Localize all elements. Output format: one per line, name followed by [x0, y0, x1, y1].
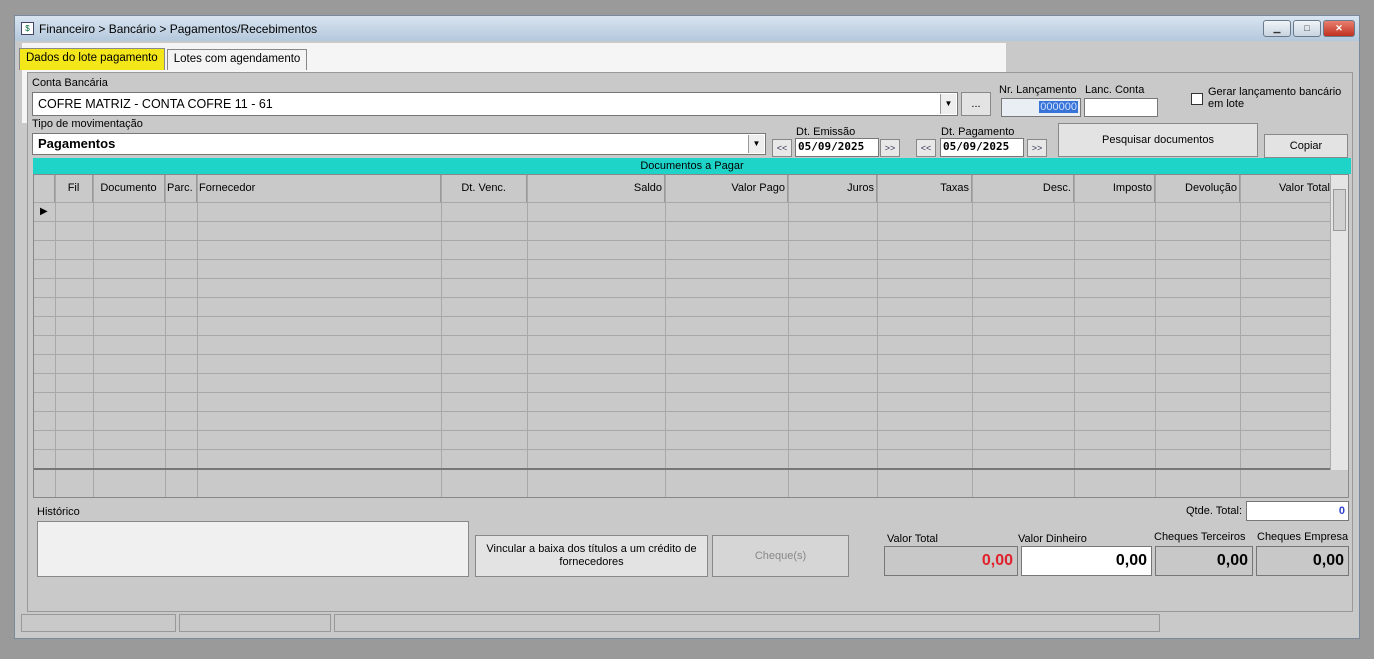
- lanc-conta-label: Lanc. Conta: [1085, 84, 1145, 96]
- emissao-label: Dt. Emissão: [796, 126, 856, 138]
- row-indicator-icon: ▶: [40, 206, 48, 217]
- cheques-empresa-label: Cheques Empresa: [1257, 531, 1349, 543]
- col-header-saldo[interactable]: Saldo: [527, 175, 665, 202]
- main-window: $ Financeiro > Bancário > Pagamentos/Rec…: [14, 15, 1360, 639]
- col-header-fil[interactable]: Fil: [55, 175, 93, 202]
- cheques-terceiros-field: 0,00: [1155, 546, 1253, 576]
- table-row[interactable]: [34, 297, 1332, 298]
- tipo-label: Tipo de movimentação: [32, 118, 143, 130]
- pagamento-prev-button[interactable]: <<: [916, 139, 936, 157]
- table-row[interactable]: [34, 430, 1332, 431]
- col-header-valor-total[interactable]: Valor Total: [1240, 175, 1332, 202]
- table-row[interactable]: [34, 392, 1332, 393]
- tipo-select[interactable]: Pagamentos ▼: [32, 133, 766, 155]
- table-row[interactable]: [34, 278, 1332, 279]
- gerar-lote-label-1: Gerar lançamento bancário: [1208, 86, 1342, 98]
- col-header-dt-venc[interactable]: Dt. Venc.: [441, 175, 527, 202]
- table-row[interactable]: [34, 202, 1332, 203]
- chevron-down-icon[interactable]: ▼: [748, 135, 764, 153]
- emissao-field[interactable]: 05/09/2025: [795, 138, 879, 157]
- nr-lancamento-field[interactable]: 000000: [1001, 98, 1081, 117]
- cheques-button: Cheque(s): [712, 535, 849, 577]
- lanc-conta-field[interactable]: [1084, 98, 1158, 117]
- conta-value: COFRE MATRIZ - CONTA COFRE 11 - 61: [38, 97, 273, 111]
- table-row[interactable]: [34, 316, 1332, 317]
- vincular-credito-button[interactable]: Vincular a baixa dos títulos a um crédit…: [475, 535, 708, 577]
- documentos-grid[interactable]: Fil Documento Parc. Fornecedor Dt. Venc.…: [33, 174, 1349, 498]
- status-bar: [21, 614, 1163, 632]
- grid-title: Documentos a Pagar: [33, 158, 1351, 174]
- tipo-value: Pagamentos: [38, 136, 116, 151]
- col-header-fornecedor[interactable]: Fornecedor: [197, 175, 441, 202]
- pesquisar-documentos-button[interactable]: Pesquisar documentos: [1058, 123, 1258, 157]
- valor-dinheiro-label: Valor Dinheiro: [1018, 533, 1087, 545]
- valor-total-label: Valor Total: [887, 533, 938, 545]
- table-row[interactable]: [34, 221, 1332, 222]
- grid-vertical-scrollbar[interactable]: [1330, 175, 1348, 470]
- app-icon: $: [21, 22, 34, 35]
- nr-lancamento-value: 000000: [1039, 101, 1078, 113]
- col-header-desc[interactable]: Desc.: [972, 175, 1074, 202]
- conta-lookup-button[interactable]: ...: [961, 92, 991, 116]
- pagamento-next-button[interactable]: >>: [1027, 139, 1047, 157]
- status-panel-3: [334, 614, 1160, 632]
- col-header-parc[interactable]: Parc.: [165, 175, 197, 202]
- gerar-lote-checkbox[interactable]: [1191, 93, 1203, 105]
- col-header-imposto[interactable]: Imposto: [1074, 175, 1155, 202]
- table-row[interactable]: [34, 354, 1332, 355]
- nr-lancamento-label: Nr. Lançamento: [999, 84, 1077, 96]
- pagamento-field[interactable]: 05/09/2025: [940, 138, 1024, 157]
- chevron-down-icon[interactable]: ▼: [940, 94, 956, 114]
- title-bar: $ Financeiro > Bancário > Pagamentos/Rec…: [15, 16, 1359, 41]
- cheques-empresa-field: 0,00: [1256, 546, 1349, 576]
- table-row[interactable]: [34, 259, 1332, 260]
- qtde-total-label: Qtde. Total:: [1186, 505, 1243, 517]
- minimize-button[interactable]: ▁: [1263, 20, 1291, 37]
- col-header-documento[interactable]: Documento: [93, 175, 165, 202]
- cheques-terceiros-label: Cheques Terceiros: [1154, 531, 1246, 543]
- col-header-juros[interactable]: Juros: [788, 175, 877, 202]
- pagamento-label: Dt. Pagamento: [941, 126, 1015, 138]
- conta-label: Conta Bancária: [32, 77, 108, 89]
- grid-corner: [34, 175, 55, 202]
- valor-total-field: 0,00: [884, 546, 1018, 576]
- valor-dinheiro-field[interactable]: 0,00: [1021, 546, 1152, 576]
- scroll-thumb[interactable]: [1333, 189, 1346, 231]
- col-header-taxas[interactable]: Taxas: [877, 175, 972, 202]
- window-title: Financeiro > Bancário > Pagamentos/Receb…: [39, 21, 318, 36]
- close-button[interactable]: ✕: [1323, 20, 1355, 37]
- table-row[interactable]: [34, 240, 1332, 241]
- status-panel-1: [21, 614, 176, 632]
- copiar-button[interactable]: Copiar: [1264, 134, 1348, 158]
- emissao-prev-button[interactable]: <<: [772, 139, 792, 157]
- gerar-lote-label-2: em lote: [1208, 98, 1245, 110]
- grid-footer-line: [34, 468, 1332, 470]
- table-row[interactable]: [34, 449, 1332, 450]
- emissao-next-button[interactable]: >>: [880, 139, 900, 157]
- historico-textarea[interactable]: [37, 521, 469, 577]
- col-header-devolucao[interactable]: Devolução: [1155, 175, 1240, 202]
- historico-label: Histórico: [37, 506, 80, 518]
- table-row[interactable]: [34, 335, 1332, 336]
- table-row[interactable]: [34, 373, 1332, 374]
- tab-strip: Dados do lote pagamento Lotes com agenda…: [19, 48, 309, 70]
- qtde-total-field: 0: [1246, 501, 1349, 521]
- tab-dados-lote[interactable]: Dados do lote pagamento: [19, 48, 165, 70]
- table-row[interactable]: [34, 411, 1332, 412]
- conta-select[interactable]: COFRE MATRIZ - CONTA COFRE 11 - 61 ▼: [32, 92, 958, 116]
- status-panel-2: [179, 614, 331, 632]
- maximize-button[interactable]: □: [1293, 20, 1321, 37]
- tab-lotes-agendamento[interactable]: Lotes com agendamento: [166, 49, 308, 70]
- col-header-valor-pago[interactable]: Valor Pago: [665, 175, 788, 202]
